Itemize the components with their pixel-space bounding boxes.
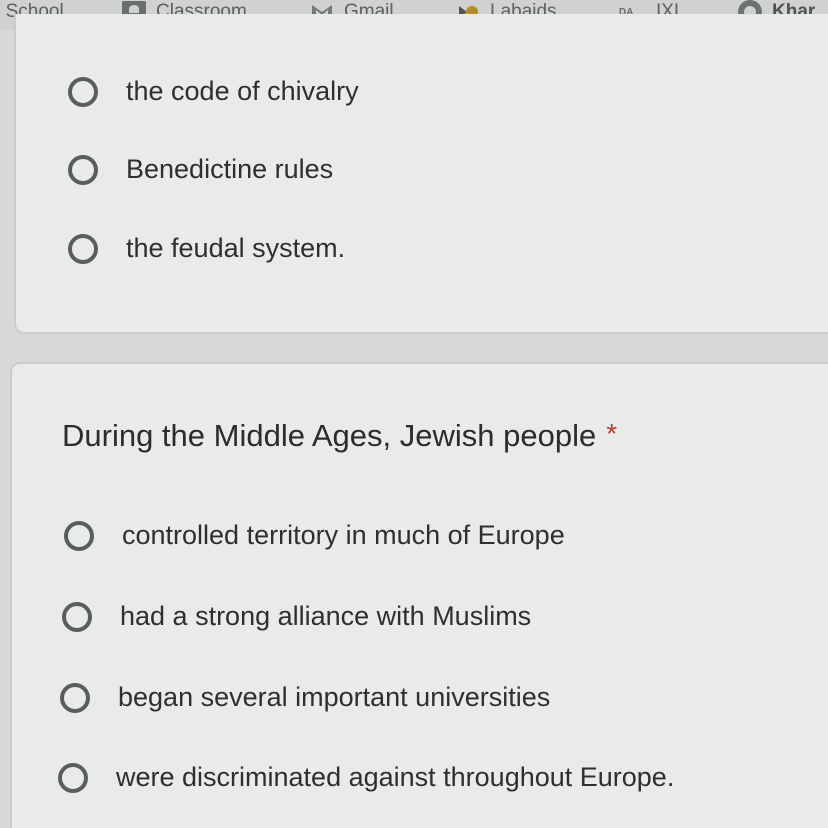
option-label: the feudal system. xyxy=(126,233,346,263)
option-benedictine-rules[interactable]: Benedictine rules xyxy=(68,154,333,185)
option-began-universities[interactable]: began several important universities xyxy=(60,682,550,713)
required-marker: * xyxy=(606,418,618,449)
option-label: controlled territory in much of Europe xyxy=(122,520,565,550)
option-code-of-chivalry[interactable]: the code of chivalry xyxy=(68,76,359,107)
radio-button[interactable] xyxy=(58,762,88,793)
option-label: had a strong alliance with Muslims xyxy=(120,601,532,631)
option-label: Benedictine rules xyxy=(126,154,334,184)
option-feudal-system[interactable]: the feudal system. xyxy=(68,233,345,264)
radio-button[interactable] xyxy=(68,76,98,107)
radio-button[interactable] xyxy=(64,520,94,551)
question-title: During the Middle Ages, Jewish people * xyxy=(62,418,617,454)
option-label: began several important universities xyxy=(118,682,551,712)
option-label: the code of chivalry xyxy=(126,76,359,106)
radio-button[interactable] xyxy=(68,233,98,264)
question-text: During the Middle Ages, Jewish people xyxy=(62,418,597,453)
radio-button[interactable] xyxy=(60,682,90,713)
radio-button[interactable] xyxy=(68,154,98,185)
option-alliance-with-muslims[interactable]: had a strong alliance with Muslims xyxy=(62,601,531,632)
option-controlled-territory[interactable]: controlled territory in much of Europe xyxy=(64,520,565,551)
radio-button[interactable] xyxy=(62,601,92,632)
option-label: were discriminated against throughout Eu… xyxy=(116,762,675,792)
option-discriminated-against[interactable]: were discriminated against throughout Eu… xyxy=(58,762,674,793)
